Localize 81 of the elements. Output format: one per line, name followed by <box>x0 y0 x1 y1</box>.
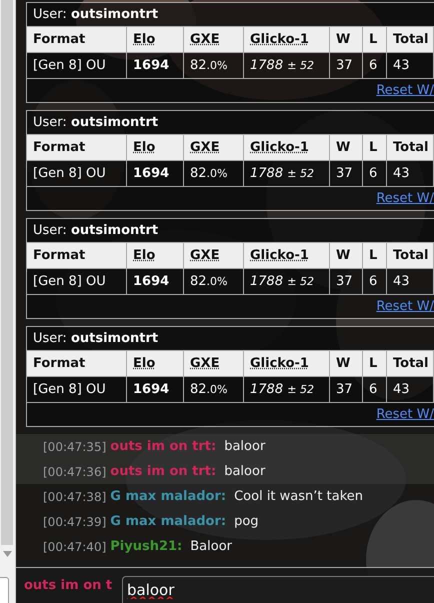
table-cell: 1788 ± 52 <box>244 161 330 187</box>
column-header: Elo <box>127 351 184 377</box>
table-cell: [Gen 8] OU <box>27 53 127 79</box>
column-header: Total <box>387 243 434 269</box>
column-header: Elo <box>127 135 184 161</box>
table-cell: 82.0% <box>184 377 244 403</box>
column-header: L <box>363 351 387 377</box>
column-header: Glicko-1 <box>244 351 330 377</box>
reset-link[interactable]: Reset W/ <box>376 83 434 98</box>
column-header: L <box>363 27 387 53</box>
message-input[interactable]: baloor <box>122 576 434 603</box>
column-header: Total <box>387 27 434 53</box>
table-cell: 1694 <box>127 377 184 403</box>
column-header: W <box>330 243 363 269</box>
reset-link[interactable]: Reset W/ <box>376 299 434 314</box>
message-text: baloor <box>224 464 266 479</box>
message-text: pog <box>234 514 259 529</box>
table-cell: 1788 ± 52 <box>244 269 330 295</box>
scrollbar-thumb[interactable] <box>1 0 13 545</box>
table-cell: 6 <box>363 53 387 79</box>
table-cell: 43 <box>387 161 434 187</box>
column-header: Glicko-1 <box>244 243 330 269</box>
column-header: Format <box>27 351 127 377</box>
table-cell: 1694 <box>127 161 184 187</box>
table-cell: 6 <box>363 269 387 295</box>
column-header: Format <box>27 135 127 161</box>
column-header: W <box>330 351 363 377</box>
table-cell: 82.0% <box>184 53 244 79</box>
message-text: Baloor <box>190 539 232 554</box>
table-cell: 37 <box>330 377 363 403</box>
table-cell: 82.0% <box>184 161 244 187</box>
message-text: Cool it wasn’t taken <box>234 489 364 504</box>
table-cell: 43 <box>387 377 434 403</box>
composer-username: outs im on t <box>24 578 114 593</box>
table-cell: 1694 <box>127 269 184 295</box>
column-header: Elo <box>127 27 184 53</box>
table-cell: [Gen 8] OU <box>27 377 127 403</box>
table-cell: 37 <box>330 269 363 295</box>
timestamp: [00:47:38] <box>43 490 106 504</box>
column-header: Total <box>387 135 434 161</box>
column-header: Format <box>27 243 127 269</box>
column-header: GXE <box>184 243 244 269</box>
table-cell: 43 <box>387 53 434 79</box>
scroll-down-icon[interactable] <box>3 551 12 557</box>
column-header: Total <box>387 351 434 377</box>
reset-link[interactable]: Reset W/ <box>376 407 434 422</box>
column-header: Glicko-1 <box>244 135 330 161</box>
column-header: Format <box>27 27 127 53</box>
table-cell: 6 <box>363 161 387 187</box>
timestamp: [00:47:39] <box>43 514 106 528</box>
table-cell: 1694 <box>127 53 184 79</box>
column-header: GXE <box>184 27 244 53</box>
column-header: GXE <box>184 135 244 161</box>
username[interactable]: G max malador: <box>110 514 226 529</box>
column-header: L <box>363 243 387 269</box>
table-cell: 1788 ± 52 <box>244 377 330 403</box>
column-header: Glicko-1 <box>244 27 330 53</box>
user-title: User: outsimontrt <box>33 115 158 130</box>
reset-link[interactable]: Reset W/ <box>376 191 434 206</box>
user-title: User: outsimontrt <box>33 223 158 238</box>
user-title: User: outsimontrt <box>33 7 158 22</box>
table-cell: 37 <box>330 161 363 187</box>
column-header: W <box>330 27 363 53</box>
table-cell: [Gen 8] OU <box>27 269 127 295</box>
table-cell: 1788 ± 52 <box>244 53 330 79</box>
column-header: W <box>330 135 363 161</box>
column-header: L <box>363 135 387 161</box>
user-title: User: outsimontrt <box>33 331 158 346</box>
username[interactable]: G max malador: <box>110 489 226 504</box>
column-header: GXE <box>184 351 244 377</box>
message-text: baloor <box>224 439 266 454</box>
column-header: Elo <box>127 243 184 269</box>
username[interactable]: Piyush21: <box>110 539 182 554</box>
timestamp: [00:47:40] <box>43 540 106 554</box>
table-cell: 82.0% <box>184 269 244 295</box>
table-cell: 37 <box>330 53 363 79</box>
timestamp: [00:47:35] <box>43 440 106 454</box>
table-cell: 43 <box>387 269 434 295</box>
table-cell: 6 <box>363 377 387 403</box>
timestamp: [00:47:36] <box>43 464 106 478</box>
table-cell: [Gen 8] OU <box>27 161 127 187</box>
